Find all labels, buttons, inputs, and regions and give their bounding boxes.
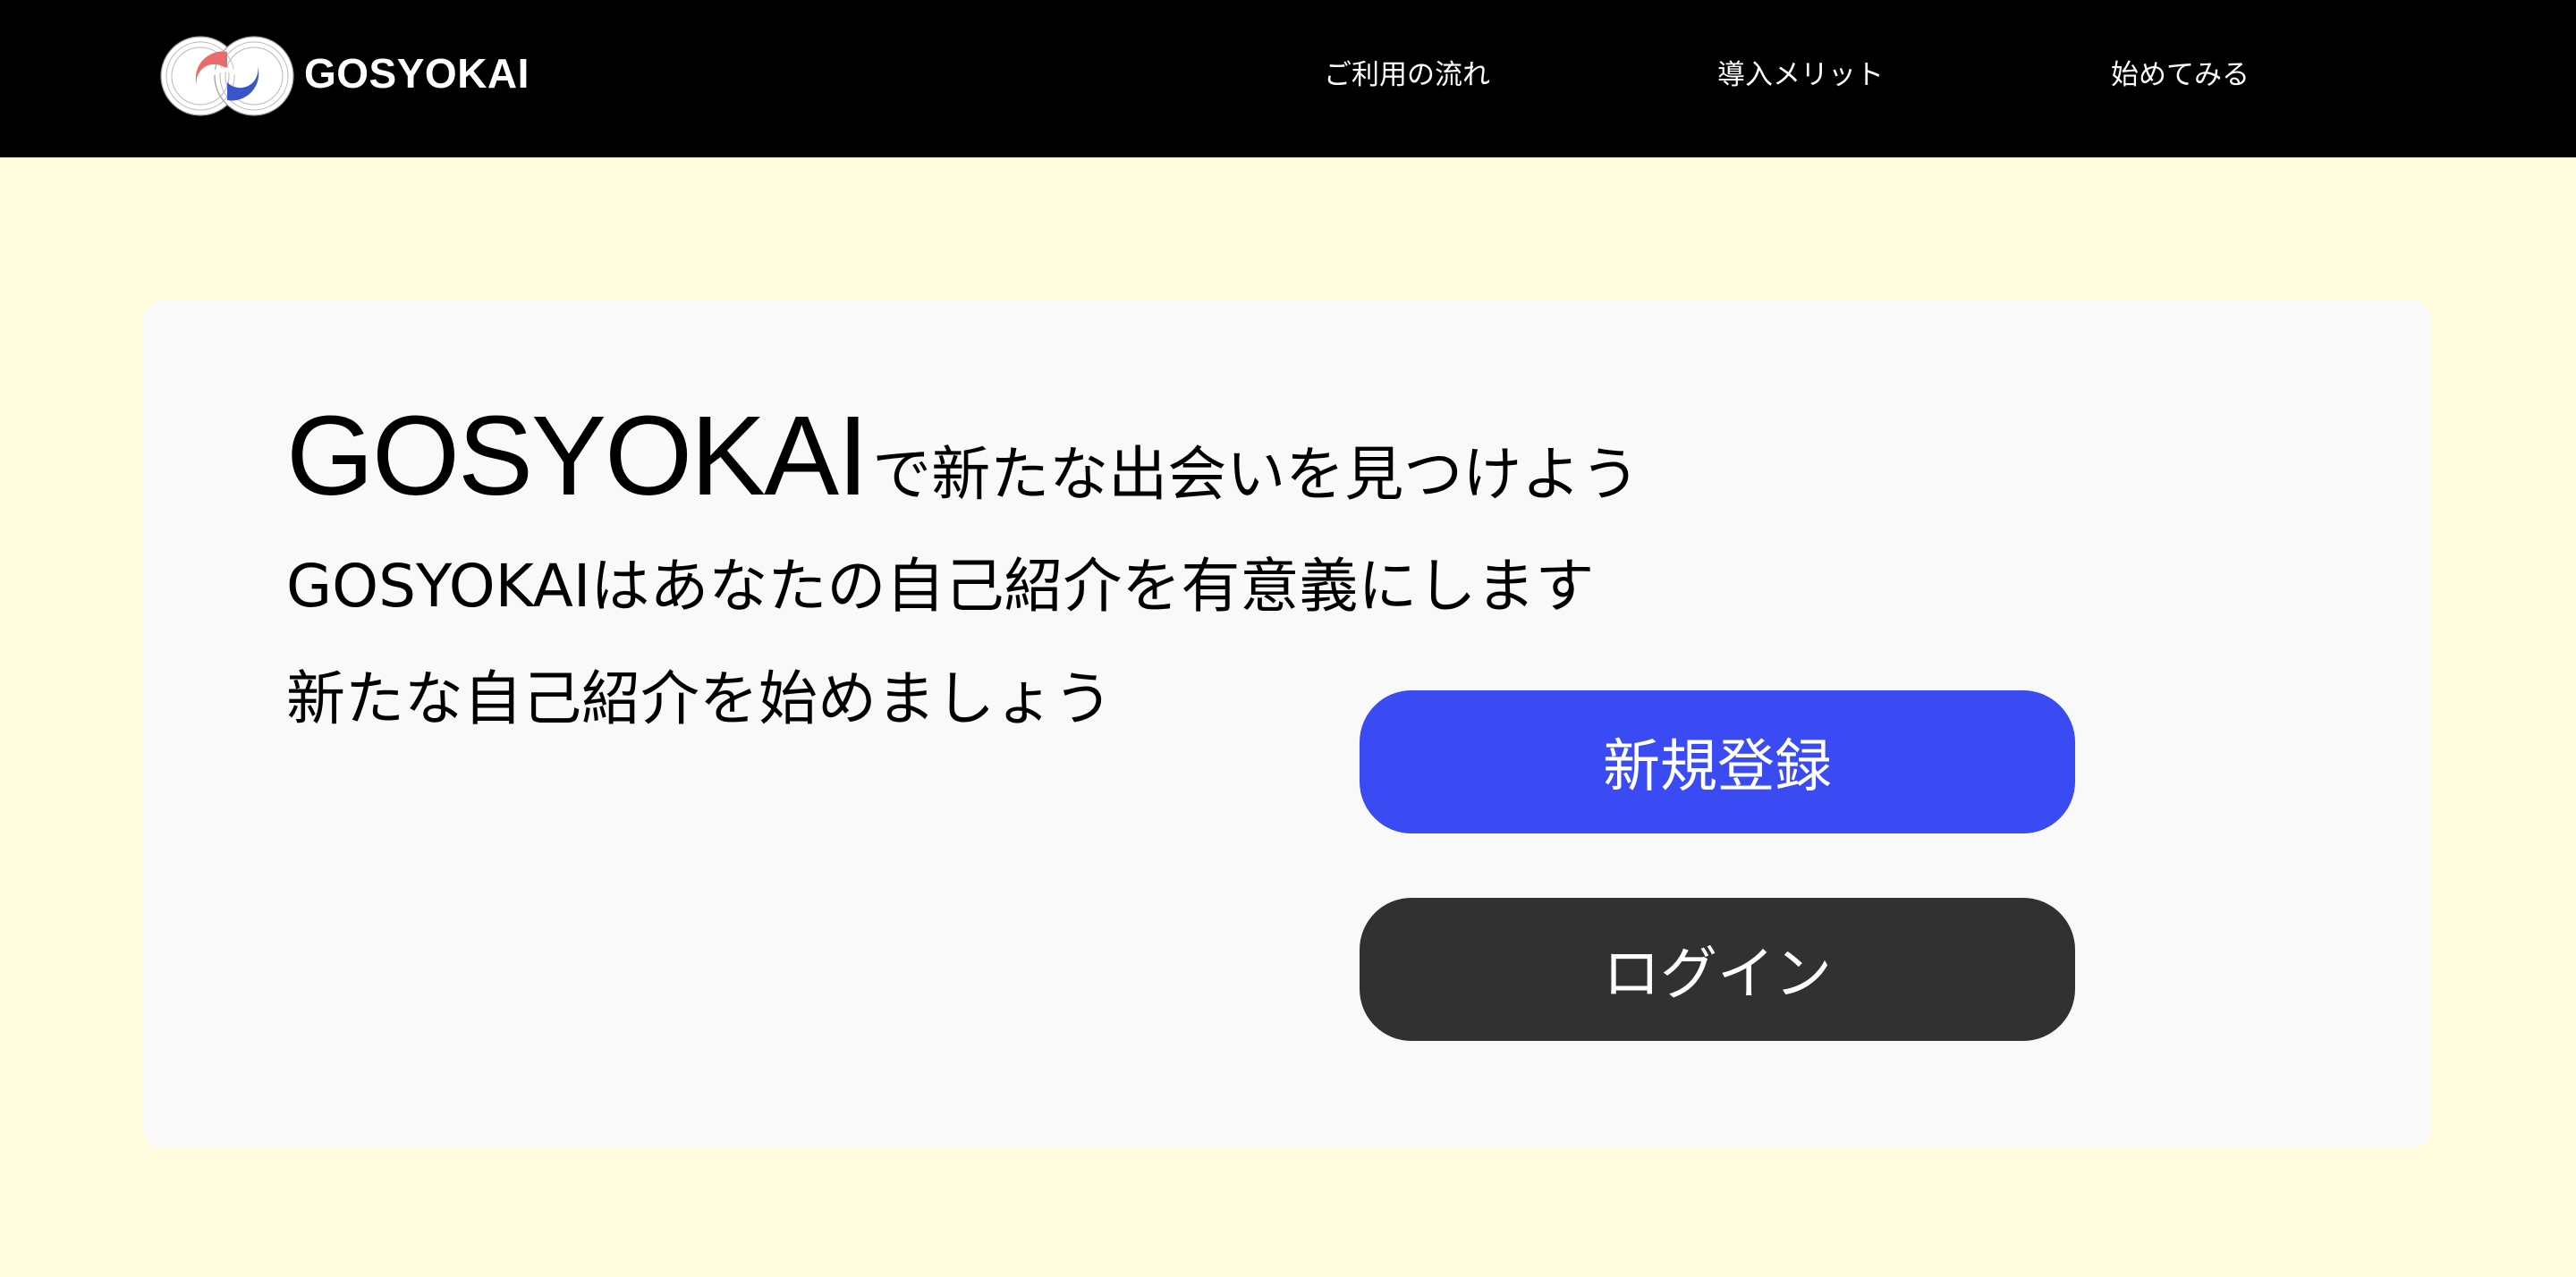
nav-link-merits[interactable]: 導入メリット [1717, 57, 1884, 93]
nav-link-flow[interactable]: ご利用の流れ [1324, 57, 1490, 93]
hero-title-tagline: で新たな出会いを見つけよう [872, 440, 1640, 509]
hero-title: GOSYOKAIで新たな出会いを見つけよう [286, 393, 1640, 537]
hero-call-to-action-text: 新たな自己紹介を始めましょう [286, 664, 1113, 733]
hero-description: GOSYOKAIはあなたの自己紹介を有意義にします [286, 552, 1595, 621]
brand-name[interactable]: GOSYOKAI [304, 47, 530, 100]
login-button[interactable]: ログイン [1360, 898, 2075, 1041]
site-header: GOSYOKAI ご利用の流れ 導入メリット 始めてみる [0, 0, 2576, 157]
hero-title-brand: GOSYOKAI [286, 393, 869, 519]
gosyokai-logo-icon[interactable] [159, 34, 295, 118]
nav-link-get-started[interactable]: 始めてみる [2111, 57, 2250, 93]
register-button[interactable]: 新規登録 [1360, 690, 2075, 833]
